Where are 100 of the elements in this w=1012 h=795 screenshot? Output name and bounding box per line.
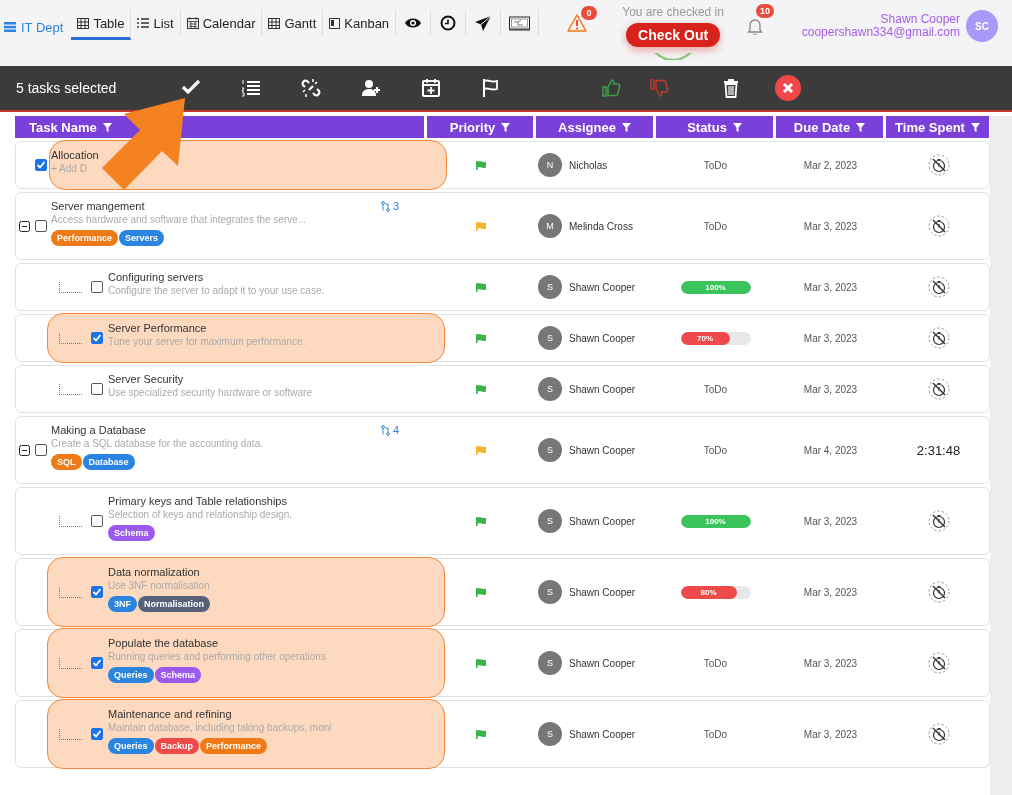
- tag: Database: [82, 454, 135, 470]
- close-selection-button[interactable]: [775, 75, 801, 101]
- flag-icon[interactable]: [476, 658, 486, 668]
- checkbox[interactable]: [91, 728, 103, 740]
- scrollbar[interactable]: [990, 116, 1012, 795]
- status-text: ToDo: [703, 444, 728, 456]
- checkbox[interactable]: [91, 586, 103, 598]
- timer-off-icon[interactable]: [927, 581, 950, 603]
- view-tab[interactable]: Gantt: [262, 10, 324, 36]
- task-title[interactable]: Server mangement: [51, 200, 307, 212]
- tree-connector: [59, 515, 82, 527]
- tree-connector: [59, 332, 82, 344]
- task-row[interactable]: Server mangement Access hardware and software that integrates the serve... Performance Servers 3 M Melinda Cross ToDo Mar 3, 2023: [15, 192, 990, 260]
- tag: Servers: [119, 230, 165, 246]
- task-row[interactable]: Populate the database Running queries and performing other operations Queries Schema S Shawn Cooper ToDo Mar 3, 2023: [15, 629, 990, 697]
- checkbox[interactable]: [35, 159, 47, 171]
- delete-button[interactable]: [721, 78, 741, 98]
- assign-button[interactable]: [361, 78, 381, 98]
- due-date-button[interactable]: [421, 78, 441, 98]
- flag-icon: [481, 78, 501, 98]
- priority-button[interactable]: [481, 78, 501, 98]
- task-row[interactable]: Data normalization Use 3NF normalisation 3NF Normalisation S Shawn Cooper 80% Mar 3, 2023: [15, 558, 990, 626]
- flag-icon[interactable]: [476, 333, 486, 343]
- expand-toggle[interactable]: [19, 220, 30, 232]
- tag: Performance: [51, 230, 119, 246]
- approve-button[interactable]: [601, 78, 621, 98]
- flag-icon[interactable]: [476, 160, 486, 170]
- timer-off-icon[interactable]: [927, 652, 950, 674]
- timer-off-icon[interactable]: [927, 510, 950, 532]
- flag-icon[interactable]: [476, 282, 486, 292]
- view-tab[interactable]: Table: [71, 10, 132, 40]
- column-header[interactable]: Assignee: [536, 116, 653, 138]
- checkbox[interactable]: [91, 383, 103, 395]
- monitor-icon: [509, 15, 531, 31]
- close-icon: [782, 82, 794, 94]
- send-icon: [474, 15, 493, 31]
- expand-toggle[interactable]: [19, 444, 30, 456]
- due-date: Mar 3, 2023: [803, 657, 858, 669]
- task-title[interactable]: Maintenance and refining: [108, 708, 332, 720]
- view-tab[interactable]: List: [131, 10, 181, 36]
- task-row[interactable]: Primary keys and Table relationships Selection of keys and relationship design. Schema S Shawn Cooper 100% Mar 3, 2023: [15, 487, 990, 555]
- calendar-plus-icon: [421, 78, 441, 98]
- assignee-avatar: S: [538, 275, 562, 299]
- task-row[interactable]: Server Performance Tune your server for maximum performance. S Shawn Cooper 70% Mar 3, 2023: [15, 314, 990, 362]
- notifications-button[interactable]: [747, 18, 764, 35]
- task-row[interactable]: Making a Database Create a SQL database for the accounting data. SQL Database 4 S Shawn Cooper ToDo Mar 4, 2023 2:31:48: [15, 416, 990, 484]
- filter-icon: [856, 122, 866, 132]
- task-row[interactable]: Configuring servers Configure the server to adapt it to your use case. S Shawn Cooper 100% Mar 3, 2023: [15, 263, 990, 311]
- checkbox[interactable]: [35, 220, 47, 232]
- flag-icon[interactable]: [476, 587, 486, 597]
- task-title[interactable]: Primary keys and Table relationships: [108, 495, 292, 507]
- order-button[interactable]: [241, 78, 261, 98]
- checkbox[interactable]: [91, 332, 103, 344]
- task-row[interactable]: Server Security Use specialized security hardware or software S Shawn Cooper ToDo Mar 3, 2023: [15, 365, 990, 413]
- subtask-count[interactable]: 3: [380, 200, 399, 212]
- checkbox[interactable]: [35, 444, 47, 456]
- timer-off-icon[interactable]: [927, 276, 950, 298]
- workspace-link[interactable]: IT Dept: [4, 16, 64, 38]
- checkbox[interactable]: [91, 281, 103, 293]
- progress-label: 70%: [697, 333, 713, 343]
- flag-icon[interactable]: [476, 384, 486, 394]
- assignee-name: Shawn Cooper: [569, 657, 636, 669]
- task-title[interactable]: Configuring servers: [108, 271, 325, 283]
- column-header[interactable]: Due Date: [776, 116, 883, 138]
- progress-label: 80%: [700, 587, 717, 597]
- task-title[interactable]: Making a Database: [51, 424, 263, 436]
- timer-off-icon[interactable]: [927, 378, 950, 400]
- task-row[interactable]: Maintenance and refining Maintain database, including taking backups, moni Queries Backup Performance S Shawn Cooper ToDo Mar 3, 2023: [15, 700, 990, 768]
- selection-count: 5 tasks selected: [16, 80, 118, 96]
- due-date: Mar 3, 2023: [803, 383, 858, 395]
- timer-off-icon[interactable]: [927, 154, 950, 176]
- checkbox[interactable]: [91, 515, 103, 527]
- check-out-button[interactable]: Check Out: [626, 23, 721, 47]
- task-title[interactable]: Data normalization: [108, 566, 212, 578]
- due-date: Mar 3, 2023: [803, 332, 858, 344]
- alert-button[interactable]: [567, 14, 588, 32]
- view-tab[interactable]: Calendar: [180, 10, 263, 36]
- flag-icon[interactable]: [476, 729, 486, 739]
- column-header[interactable]: Priority: [427, 116, 533, 138]
- filter-icon: [102, 122, 112, 132]
- flag-icon[interactable]: [476, 516, 486, 526]
- assignee-avatar: S: [538, 438, 562, 462]
- subtask-count[interactable]: 4: [380, 424, 399, 436]
- timer-off-icon[interactable]: [927, 327, 950, 349]
- timer-off-icon[interactable]: [927, 723, 950, 745]
- filter-icon: [621, 122, 631, 132]
- assignee-name: Shawn Cooper: [569, 383, 636, 395]
- checkbox[interactable]: [91, 657, 103, 669]
- task-title[interactable]: Populate the database: [108, 637, 326, 649]
- view-tab[interactable]: Kanban: [323, 10, 397, 36]
- task-title[interactable]: Server Performance: [108, 322, 306, 334]
- task-title[interactable]: Server Security: [108, 373, 312, 385]
- column-header[interactable]: Time Spent: [886, 116, 989, 138]
- task-title[interactable]: Allocation: [51, 149, 99, 161]
- task-row[interactable]: Allocation + Add D N Nicholas ToDo Mar 2, 2023: [15, 141, 990, 189]
- table-icon: [77, 18, 90, 29]
- timer-off-icon[interactable]: [927, 215, 950, 237]
- task-description: Use specialized security hardware or software: [108, 387, 312, 398]
- column-header[interactable]: Status: [656, 116, 773, 138]
- unlink-button[interactable]: [301, 78, 321, 98]
